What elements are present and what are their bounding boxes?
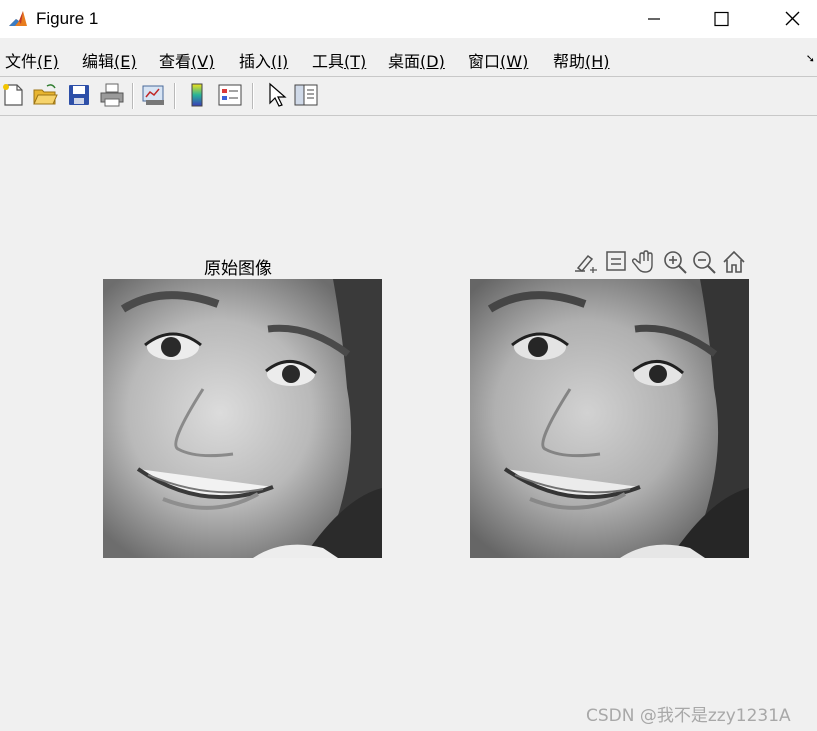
window-title: Figure 1 bbox=[36, 9, 99, 28]
watermark: CSDN @我不是zzy1231A bbox=[586, 706, 791, 726]
open-file-icon[interactable] bbox=[31, 81, 59, 109]
toolbar-separator-line bbox=[0, 115, 817, 116]
toolbar-separator bbox=[174, 83, 176, 109]
processed-image bbox=[470, 279, 749, 558]
menu-file[interactable]: 文件(F) bbox=[5, 48, 59, 72]
menu-insert[interactable]: 插入(I) bbox=[239, 48, 288, 72]
menu-window[interactable]: 窗口(W) bbox=[468, 48, 528, 72]
edit-plot-icon[interactable] bbox=[262, 81, 290, 109]
menu-separator bbox=[0, 76, 817, 77]
zoom-in-icon[interactable] bbox=[661, 248, 689, 276]
link-plot-icon[interactable] bbox=[140, 81, 168, 109]
title-bar: Figure 1 bbox=[0, 0, 817, 38]
insert-legend-icon[interactable] bbox=[216, 81, 244, 109]
maximize-button[interactable] bbox=[698, 0, 744, 38]
new-figure-icon[interactable] bbox=[0, 81, 28, 109]
menu-view[interactable]: 查看(V) bbox=[159, 48, 214, 72]
menu-desktop[interactable]: 桌面(D) bbox=[388, 48, 445, 72]
print-icon[interactable] bbox=[98, 81, 126, 109]
menu-edit[interactable]: 编辑(E) bbox=[82, 48, 137, 72]
restore-view-home-icon[interactable] bbox=[720, 248, 748, 276]
menu-bar: 文件(F) 编辑(E) 查看(V) 插入(I) 工具(T) 桌面(D) 窗口(W… bbox=[0, 40, 817, 76]
property-inspector-icon[interactable] bbox=[292, 81, 320, 109]
original-image bbox=[103, 279, 382, 558]
pan-hand-icon[interactable] bbox=[632, 248, 660, 276]
close-button[interactable] bbox=[769, 0, 815, 38]
figure-toolbar bbox=[0, 78, 817, 114]
toolbar-separator bbox=[252, 83, 254, 109]
toolbar-separator bbox=[132, 83, 134, 109]
zoom-out-icon[interactable] bbox=[690, 248, 718, 276]
brush-icon[interactable] bbox=[572, 248, 600, 276]
toolbar-dock-arrow-icon[interactable]: ➘ bbox=[806, 52, 815, 65]
matlab-icon bbox=[7, 8, 29, 30]
minimize-button[interactable] bbox=[630, 0, 676, 38]
axes-title-original: 原始图像 bbox=[204, 259, 272, 279]
data-tips-icon[interactable] bbox=[602, 248, 630, 276]
save-icon[interactable] bbox=[65, 81, 93, 109]
menu-help[interactable]: 帮助(H) bbox=[553, 48, 610, 72]
menu-tools[interactable]: 工具(T) bbox=[312, 48, 366, 72]
insert-colorbar-icon[interactable] bbox=[183, 81, 211, 109]
